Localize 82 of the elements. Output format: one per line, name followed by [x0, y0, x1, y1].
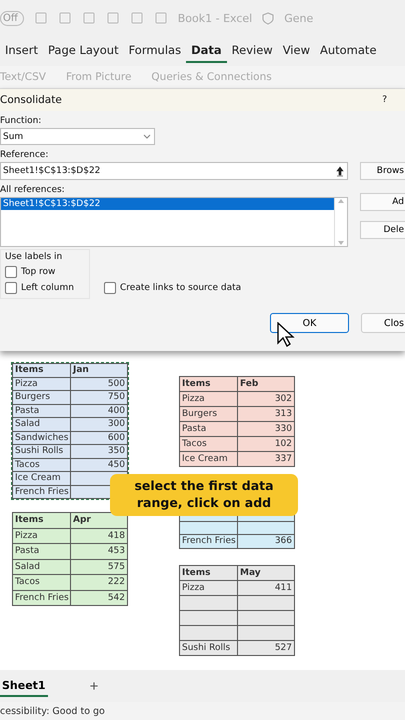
table-cell: Tacos	[13, 458, 71, 472]
table-cell: 330	[238, 422, 294, 437]
ribbon-tab[interactable]: Formulas	[124, 39, 186, 63]
ribbon-tab[interactable]: Review	[226, 39, 278, 63]
table-cell: Pizza	[13, 528, 71, 544]
table-cell: Pasta	[13, 404, 71, 418]
close-button[interactable]: Clos	[361, 313, 405, 333]
field-label: Function:	[0, 116, 42, 126]
table-cell: 450	[71, 458, 127, 472]
table-cell: 102	[238, 437, 294, 452]
table-cell: Salad	[13, 418, 71, 432]
list-item[interactable]: Sheet1!$C$13:$D$22	[1, 198, 334, 210]
table-cell: 313	[238, 407, 294, 422]
table-cell: Tacos	[180, 437, 238, 452]
add-button[interactable]: Ad	[360, 193, 405, 211]
sensitivity-label: Gene	[284, 12, 314, 24]
ribbon-tab[interactable]: View	[278, 39, 315, 63]
status-bar: cessibility: Good to go	[0, 702, 405, 720]
caption-banner: select the first data range, click on add	[110, 474, 298, 516]
shield-icon	[262, 12, 274, 24]
table-cell: Pasta	[180, 422, 238, 437]
table-cell: 300	[71, 418, 127, 432]
delete-button[interactable]: Dele	[360, 221, 405, 239]
table-cell: French Fries	[180, 535, 238, 548]
table-cell: Ice Cream	[180, 452, 238, 467]
table-cell: 411	[238, 580, 294, 596]
table-cell: Salad	[13, 560, 71, 575]
ok-button[interactable]: OK	[270, 313, 349, 333]
table-cell: Sushi Rolls	[180, 640, 238, 656]
table-header: Jan	[71, 364, 127, 378]
table-header: Items	[180, 566, 238, 580]
table-cell: 527	[238, 640, 294, 656]
table-cell: 400	[71, 404, 127, 418]
table-cell: Burgers	[180, 407, 238, 422]
reference-field[interactable]: Sheet1!$C$13:$D$22	[0, 162, 348, 180]
table-cell: French Fries	[13, 590, 71, 606]
table-header: Items	[13, 364, 71, 378]
sheet-tab[interactable]: Sheet1	[0, 676, 48, 696]
group-label: Use labels in	[5, 252, 62, 262]
table-cell: Pizza	[13, 378, 71, 391]
help-button[interactable]: ?	[382, 95, 387, 105]
table-cell: 350	[71, 445, 127, 458]
table-cell: Pizza	[180, 580, 238, 596]
table-header: Feb	[238, 377, 294, 392]
ribbon-tab[interactable]: Page Layout	[42, 39, 124, 63]
table-cell: 222	[71, 575, 127, 590]
table-header: Items	[13, 513, 71, 528]
checkbox[interactable]: Top row	[5, 266, 85, 278]
function-dropdown[interactable]: Sum	[0, 128, 155, 145]
scrollbar[interactable]	[334, 198, 347, 246]
table-header: May	[238, 566, 294, 580]
table-cell: 418	[71, 528, 127, 544]
checkbox[interactable]: Left column	[5, 282, 85, 294]
table-cell: Tacos	[13, 575, 71, 590]
checkbox[interactable]: Create links to source data	[104, 282, 242, 294]
ribbon-tab[interactable]: Data	[186, 39, 227, 63]
cursor-icon	[276, 322, 296, 348]
table-cell: 500	[71, 378, 127, 391]
window-title: Book1 - Excel	[178, 12, 252, 24]
table-cell: 575	[71, 560, 127, 575]
table-cell: Ice Cream	[13, 472, 71, 486]
table-cell: Burgers	[13, 391, 71, 404]
table-cell: 542	[71, 590, 127, 606]
ribbon-tab[interactable]: Automate	[314, 39, 382, 63]
table-cell: 750	[71, 391, 127, 404]
field-label: All references:	[0, 185, 66, 195]
table-cell: 366	[238, 535, 294, 548]
add-sheet-button[interactable]: +	[84, 676, 104, 696]
table-cell: Sandwiches	[13, 432, 71, 445]
table-cell: 337	[238, 452, 294, 467]
table-cell: French Fries	[13, 486, 71, 499]
table-cell: Sushi Rolls	[13, 445, 71, 458]
browse-button[interactable]: Brows	[360, 162, 405, 180]
table-header: Items	[180, 377, 238, 392]
table-cell: Pizza	[180, 392, 238, 407]
table-cell: 600	[71, 432, 127, 445]
table-cell: Pasta	[13, 544, 71, 560]
ribbon-tab[interactable]: Insert	[0, 39, 43, 63]
table-cell: 453	[71, 544, 127, 560]
field-label: Reference:	[0, 150, 50, 160]
dialog-title: Consolidate	[0, 94, 62, 106]
table-cell: 302	[238, 392, 294, 407]
